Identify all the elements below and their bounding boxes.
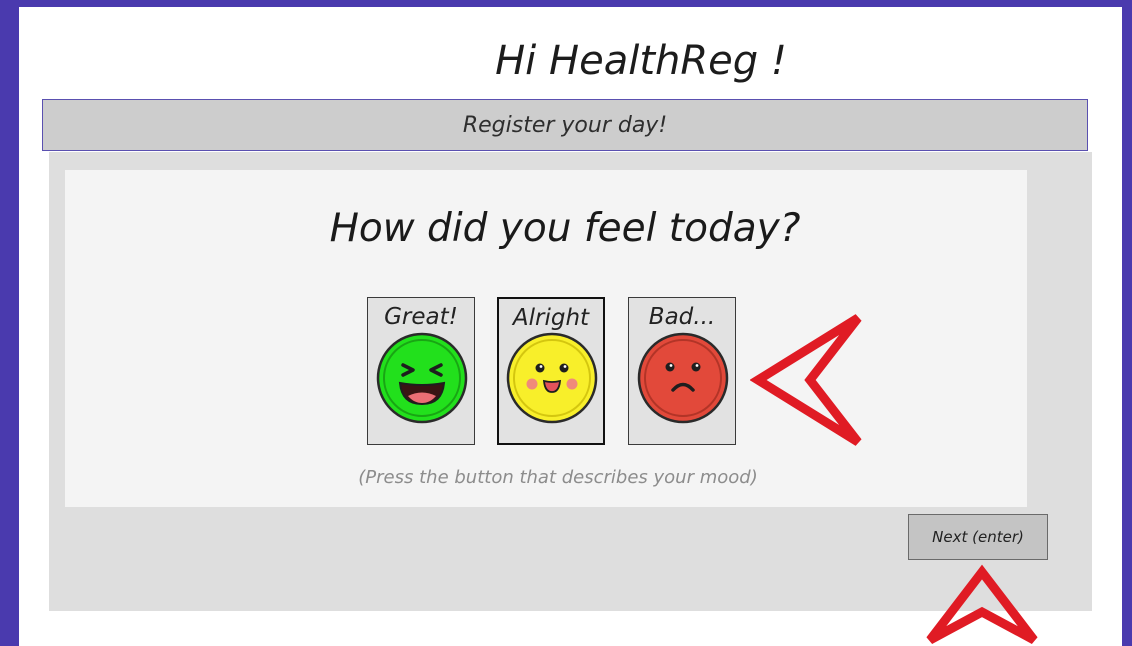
next-button[interactable]: Next (enter) (908, 514, 1048, 560)
window-frame-left (0, 0, 19, 646)
annotation-arrow-up-icon (926, 564, 1038, 644)
next-button-label: Next (enter) (932, 528, 1024, 546)
sad-face-icon (637, 332, 729, 424)
smiling-face-icon (506, 332, 598, 424)
mood-label-great: Great! (384, 304, 458, 330)
mood-button-great[interactable]: Great! (367, 297, 475, 445)
mood-button-alright[interactable]: Alright (497, 297, 605, 445)
mood-button-bad[interactable]: Bad... (628, 297, 736, 445)
question-heading: How did you feel today? (329, 206, 801, 251)
laughing-face-icon (376, 332, 468, 424)
page-title: Hi HealthReg ! (495, 38, 787, 84)
mood-label-bad: Bad... (648, 304, 716, 330)
window-frame-top (0, 0, 1132, 7)
mood-label-alright: Alright (512, 305, 590, 331)
mood-hint: (Press the button that describes your mo… (358, 467, 758, 488)
banner-text: Register your day! (462, 112, 668, 138)
annotation-arrow-left-icon (750, 314, 862, 446)
window-frame-right (1122, 0, 1132, 646)
banner: Register your day! (42, 99, 1088, 151)
